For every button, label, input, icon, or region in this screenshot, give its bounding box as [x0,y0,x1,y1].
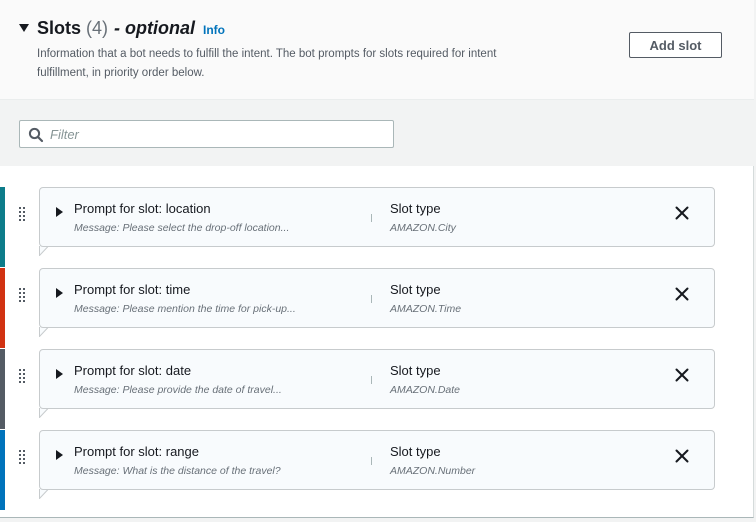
slot-row: Prompt for slot: range Message: What is … [0,430,754,510]
close-icon[interactable] [674,205,690,221]
slot-prompt-message: Message: What is the distance of the tra… [74,465,281,477]
slot-row: Prompt for slot: location Message: Pleas… [0,187,754,267]
slot-type-value: AMAZON.Number [390,465,476,477]
optional-label: - optional [114,18,195,38]
close-icon[interactable] [674,286,690,302]
slot-type-value: AMAZON.City [390,222,456,234]
slot-card[interactable]: Prompt for slot: date Message: Please pr… [39,349,715,409]
drag-handle-icon[interactable] [19,207,27,223]
slots-panel: Slots (4) - optional Info Information th… [0,0,754,518]
section-title: Slots [37,18,82,38]
slot-prompt-message: Message: Please mention the time for pic… [74,303,296,315]
speech-tail [39,489,49,499]
slot-count: (4) [86,18,109,38]
column-divider [371,376,372,384]
speech-tail [39,408,49,418]
caret-right-icon[interactable] [56,450,63,460]
filter-input[interactable] [50,125,380,143]
slot-type-label: Slot type [390,363,441,378]
filter-area [0,100,754,166]
slot-prompt-title[interactable]: Prompt for slot: time [74,282,190,297]
search-icon [28,127,44,143]
column-divider [371,457,372,465]
slot-type-label: Slot type [390,444,441,459]
slot-card[interactable]: Prompt for slot: location Message: Pleas… [39,187,715,247]
slot-accent-bar [0,187,5,267]
slot-row: Prompt for slot: date Message: Please pr… [0,349,754,429]
section-description: Information that a bot needs to fulfill … [37,48,497,79]
drag-handle-icon[interactable] [19,450,27,466]
slot-prompt-message: Message: Please select the drop-off loca… [74,222,290,234]
slot-prompt-title[interactable]: Prompt for slot: location [74,201,211,216]
caret-down-icon[interactable] [19,24,29,32]
slot-card[interactable]: Prompt for slot: time Message: Please me… [39,268,715,328]
speech-tail [39,246,49,256]
slot-prompt-message: Message: Please provide the date of trav… [74,384,282,396]
speech-tail [39,327,49,337]
caret-right-icon[interactable] [56,288,63,298]
slot-row: Prompt for slot: time Message: Please me… [0,268,754,348]
slot-type-value: AMAZON.Time [390,303,462,315]
column-divider [371,295,372,303]
caret-right-icon[interactable] [56,207,63,217]
slot-type-value: AMAZON.Date [390,384,461,396]
filter-field[interactable] [19,120,394,148]
section-title-row[interactable]: Slots (4) - optional Info [19,18,579,39]
slot-prompt-title[interactable]: Prompt for slot: date [74,363,191,378]
slot-prompt-title[interactable]: Prompt for slot: range [74,444,199,459]
slot-accent-bar [0,349,5,429]
slot-type-label: Slot type [390,282,441,297]
close-icon[interactable] [674,448,690,464]
slots-header-text: Slots (4) - optional Info Information th… [19,18,579,83]
slot-type-label: Slot type [390,201,441,216]
column-divider [371,214,372,222]
drag-handle-icon[interactable] [19,369,27,385]
add-slot-button[interactable]: Add slot [629,32,722,58]
close-icon[interactable] [674,367,690,383]
slots-header: Slots (4) - optional Info Information th… [0,0,754,100]
info-link[interactable]: Info [203,23,225,37]
slot-accent-bar [0,268,5,348]
slot-card[interactable]: Prompt for slot: range Message: What is … [39,430,715,490]
drag-handle-icon[interactable] [19,288,27,304]
slot-accent-bar [0,430,5,510]
caret-right-icon[interactable] [56,369,63,379]
